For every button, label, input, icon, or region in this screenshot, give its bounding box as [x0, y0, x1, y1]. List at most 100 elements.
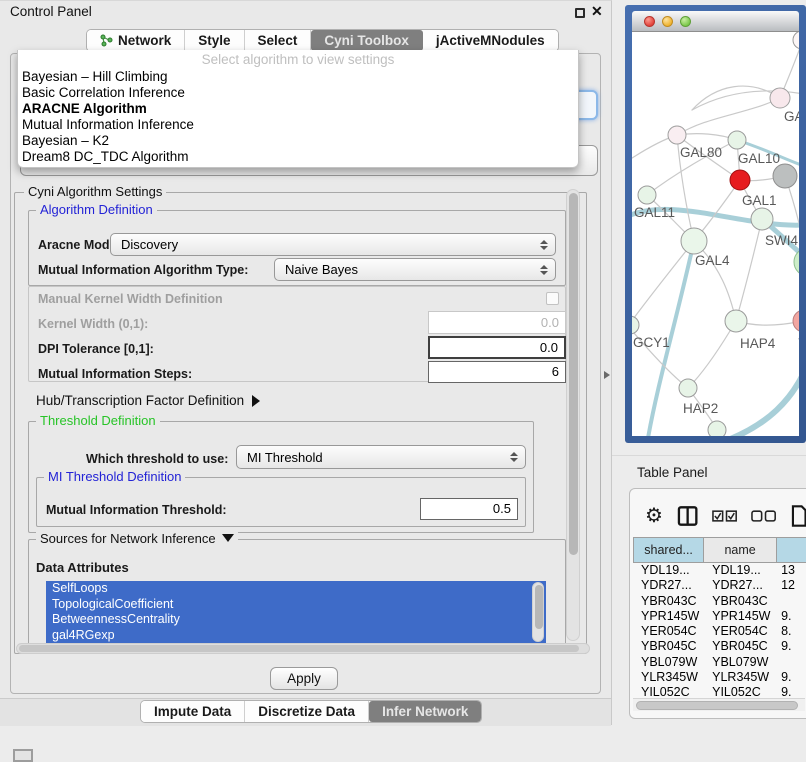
mi-steps-field[interactable]: 6: [428, 361, 566, 383]
table-row[interactable]: YBR043CYBR043C: [633, 594, 806, 609]
network-node-gal4[interactable]: [681, 228, 707, 254]
mi-threshold-field[interactable]: 0.5: [420, 498, 518, 520]
network-node[interactable]: [773, 164, 797, 188]
tab-network[interactable]: Network: [87, 30, 185, 51]
algorithm-option-bayesian-k2[interactable]: Bayesian – K2: [18, 133, 578, 149]
which-threshold-value: MI Threshold: [247, 450, 323, 465]
manual-kernel-checkbox[interactable]: [546, 292, 559, 305]
dpi-tolerance-field[interactable]: 0.0: [428, 336, 566, 359]
network-node-hap2[interactable]: [679, 379, 697, 397]
control-panel-bottom-tabs: Impute DataDiscretize DataInfer Network: [140, 700, 482, 723]
tab-label: Select: [258, 33, 298, 48]
network-node-gal11[interactable]: [638, 186, 656, 204]
network-edge: [677, 98, 780, 135]
panel-divider-grip-icon[interactable]: [604, 371, 610, 379]
close-icon[interactable]: ✕: [591, 3, 603, 20]
application-window: Control Panel ✕ NetworkStyleSelectCyni T…: [0, 0, 806, 762]
table-cell: YDL19...: [633, 563, 704, 578]
network-view-window[interactable]: GALGAL80GAL10GAL1GAL11SWI4GAL4GCY1HAP4YH…: [625, 5, 806, 443]
document-icon[interactable]: [791, 504, 806, 528]
tab-select[interactable]: Select: [245, 30, 312, 51]
table-cell: 8.: [777, 624, 806, 639]
algorithm-option-aracne-algorithm[interactable]: ARACNE Algorithm: [18, 101, 578, 117]
which-threshold-combobox[interactable]: MI Threshold: [236, 445, 526, 469]
network-node[interactable]: [708, 421, 726, 436]
table-cell: YBL079W: [633, 655, 704, 670]
hub-definition-toggle[interactable]: Hub/Transcription Factor Definition: [36, 393, 260, 408]
tab-cyni-toolbox[interactable]: Cyni Toolbox: [311, 30, 423, 51]
network-node-gal[interactable]: [770, 88, 790, 108]
column-header-shared[interactable]: shared...: [633, 537, 704, 563]
table-row[interactable]: YLR345WYLR345W9.: [633, 670, 806, 685]
tab-discretize-data[interactable]: Discretize Data: [245, 701, 369, 722]
network-node-swi4[interactable]: [751, 208, 773, 230]
network-node-gal1[interactable]: [730, 170, 750, 190]
table-row[interactable]: YBR045CYBR045C9.: [633, 639, 806, 654]
tab-style[interactable]: Style: [185, 30, 244, 51]
attributes-scrollbar[interactable]: [532, 582, 544, 642]
kernel-width-field[interactable]: 0.0: [428, 311, 566, 334]
attributes-scrollbar-thumb[interactable]: [535, 585, 543, 629]
unchecked-boxes-icon[interactable]: [751, 510, 776, 523]
attribute-item-betweennesscentrality[interactable]: BetweennessCentrality: [46, 612, 546, 628]
table-horizontal-scrollbar[interactable]: [633, 698, 805, 711]
network-node-gcy1[interactable]: [632, 316, 639, 334]
table-row[interactable]: YDL19...YDL19...13: [633, 563, 806, 578]
column-header-2[interactable]: [777, 537, 806, 563]
collapsed-arrow-icon[interactable]: [252, 395, 260, 407]
tab-impute-data[interactable]: Impute Data: [141, 701, 245, 722]
algorithm-option-basic-correlation-inference[interactable]: Basic Correlation Inference: [18, 85, 578, 101]
column-header-name[interactable]: name: [704, 537, 777, 563]
cyni-algorithm-settings-legend: Cyni Algorithm Settings: [24, 185, 166, 199]
attribute-item-selfloops[interactable]: SelfLoops: [46, 581, 546, 597]
sources-legend[interactable]: Sources for Network Inference: [36, 532, 238, 546]
combo-spinner-icon: [510, 452, 518, 462]
zoom-traffic-light-icon[interactable]: [680, 16, 691, 27]
attribute-item-gal4rgexp[interactable]: gal4RGexp: [46, 628, 546, 644]
table-panel-toolbar: ⚙: [633, 498, 806, 534]
network-node-label: GAL1: [742, 193, 777, 208]
mi-type-combobox[interactable]: Naive Bayes: [274, 258, 556, 281]
collapsed-panel-icon[interactable]: [13, 749, 33, 762]
settings-vertical-scrollbar[interactable]: [566, 189, 580, 641]
settings-horizontal-scrollbar-thumb[interactable]: [19, 645, 579, 652]
table-panel-title: Table Panel: [637, 465, 708, 480]
table-row[interactable]: YDR27...YDR27...12: [633, 578, 806, 593]
settings-vertical-scrollbar-thumb[interactable]: [569, 193, 578, 555]
minimize-traffic-light-icon[interactable]: [662, 16, 673, 27]
split-columns-icon[interactable]: [677, 505, 698, 527]
algorithm-option-mutual-information-inference[interactable]: Mutual Information Inference: [18, 117, 578, 133]
tab-jactivemnodules[interactable]: jActiveMNodules: [423, 30, 558, 51]
expanded-arrow-icon[interactable]: [222, 534, 234, 542]
settings-horizontal-scrollbar[interactable]: [16, 643, 590, 654]
network-node-gal80[interactable]: [668, 126, 686, 144]
network-node-hap4[interactable]: [725, 310, 747, 332]
network-window-titlebar[interactable]: [632, 11, 799, 32]
close-traffic-light-icon[interactable]: [644, 16, 655, 27]
network-node-gal10[interactable]: [728, 131, 746, 149]
float-window-icon[interactable]: [575, 8, 585, 18]
table-row[interactable]: YPR145WYPR145W9.: [633, 609, 806, 624]
network-graph[interactable]: GALGAL80GAL10GAL1GAL11SWI4GAL4GCY1HAP4YH…: [632, 32, 799, 436]
combo-spinner-icon: [540, 265, 548, 275]
table-row[interactable]: YER054CYER054C8.: [633, 624, 806, 639]
aracne-mode-value: Discovery: [121, 237, 178, 252]
attribute-item-topologicalcoefficient[interactable]: TopologicalCoefficient: [46, 597, 546, 613]
aracne-mode-combobox[interactable]: Discovery: [110, 233, 556, 256]
algorithm-option-bayesian-hill-climbing[interactable]: Bayesian – Hill Climbing: [18, 69, 578, 85]
node-table-header: shared...name: [633, 537, 806, 563]
network-node-y[interactable]: [793, 310, 799, 332]
checked-boxes-icon[interactable]: [712, 510, 737, 523]
table-cell: [777, 655, 806, 670]
network-node[interactable]: [793, 32, 799, 49]
apply-button[interactable]: Apply: [270, 667, 338, 690]
table-row[interactable]: YBL079WYBL079W: [633, 655, 806, 670]
table-cell: YER054C: [704, 624, 777, 639]
table-horizontal-scrollbar-thumb[interactable]: [636, 701, 798, 710]
algorithm-option-dream8-dc-tdc-algorithm[interactable]: Dream8 DC_TDC Algorithm: [18, 149, 578, 165]
network-canvas[interactable]: GALGAL80GAL10GAL1GAL11SWI4GAL4GCY1HAP4YH…: [632, 32, 799, 436]
table-panel-separator: [612, 455, 806, 456]
manual-kernel-label: Manual Kernel Width Definition: [38, 292, 223, 306]
tab-infer-network[interactable]: Infer Network: [369, 701, 481, 722]
gear-icon[interactable]: ⚙: [645, 506, 663, 526]
